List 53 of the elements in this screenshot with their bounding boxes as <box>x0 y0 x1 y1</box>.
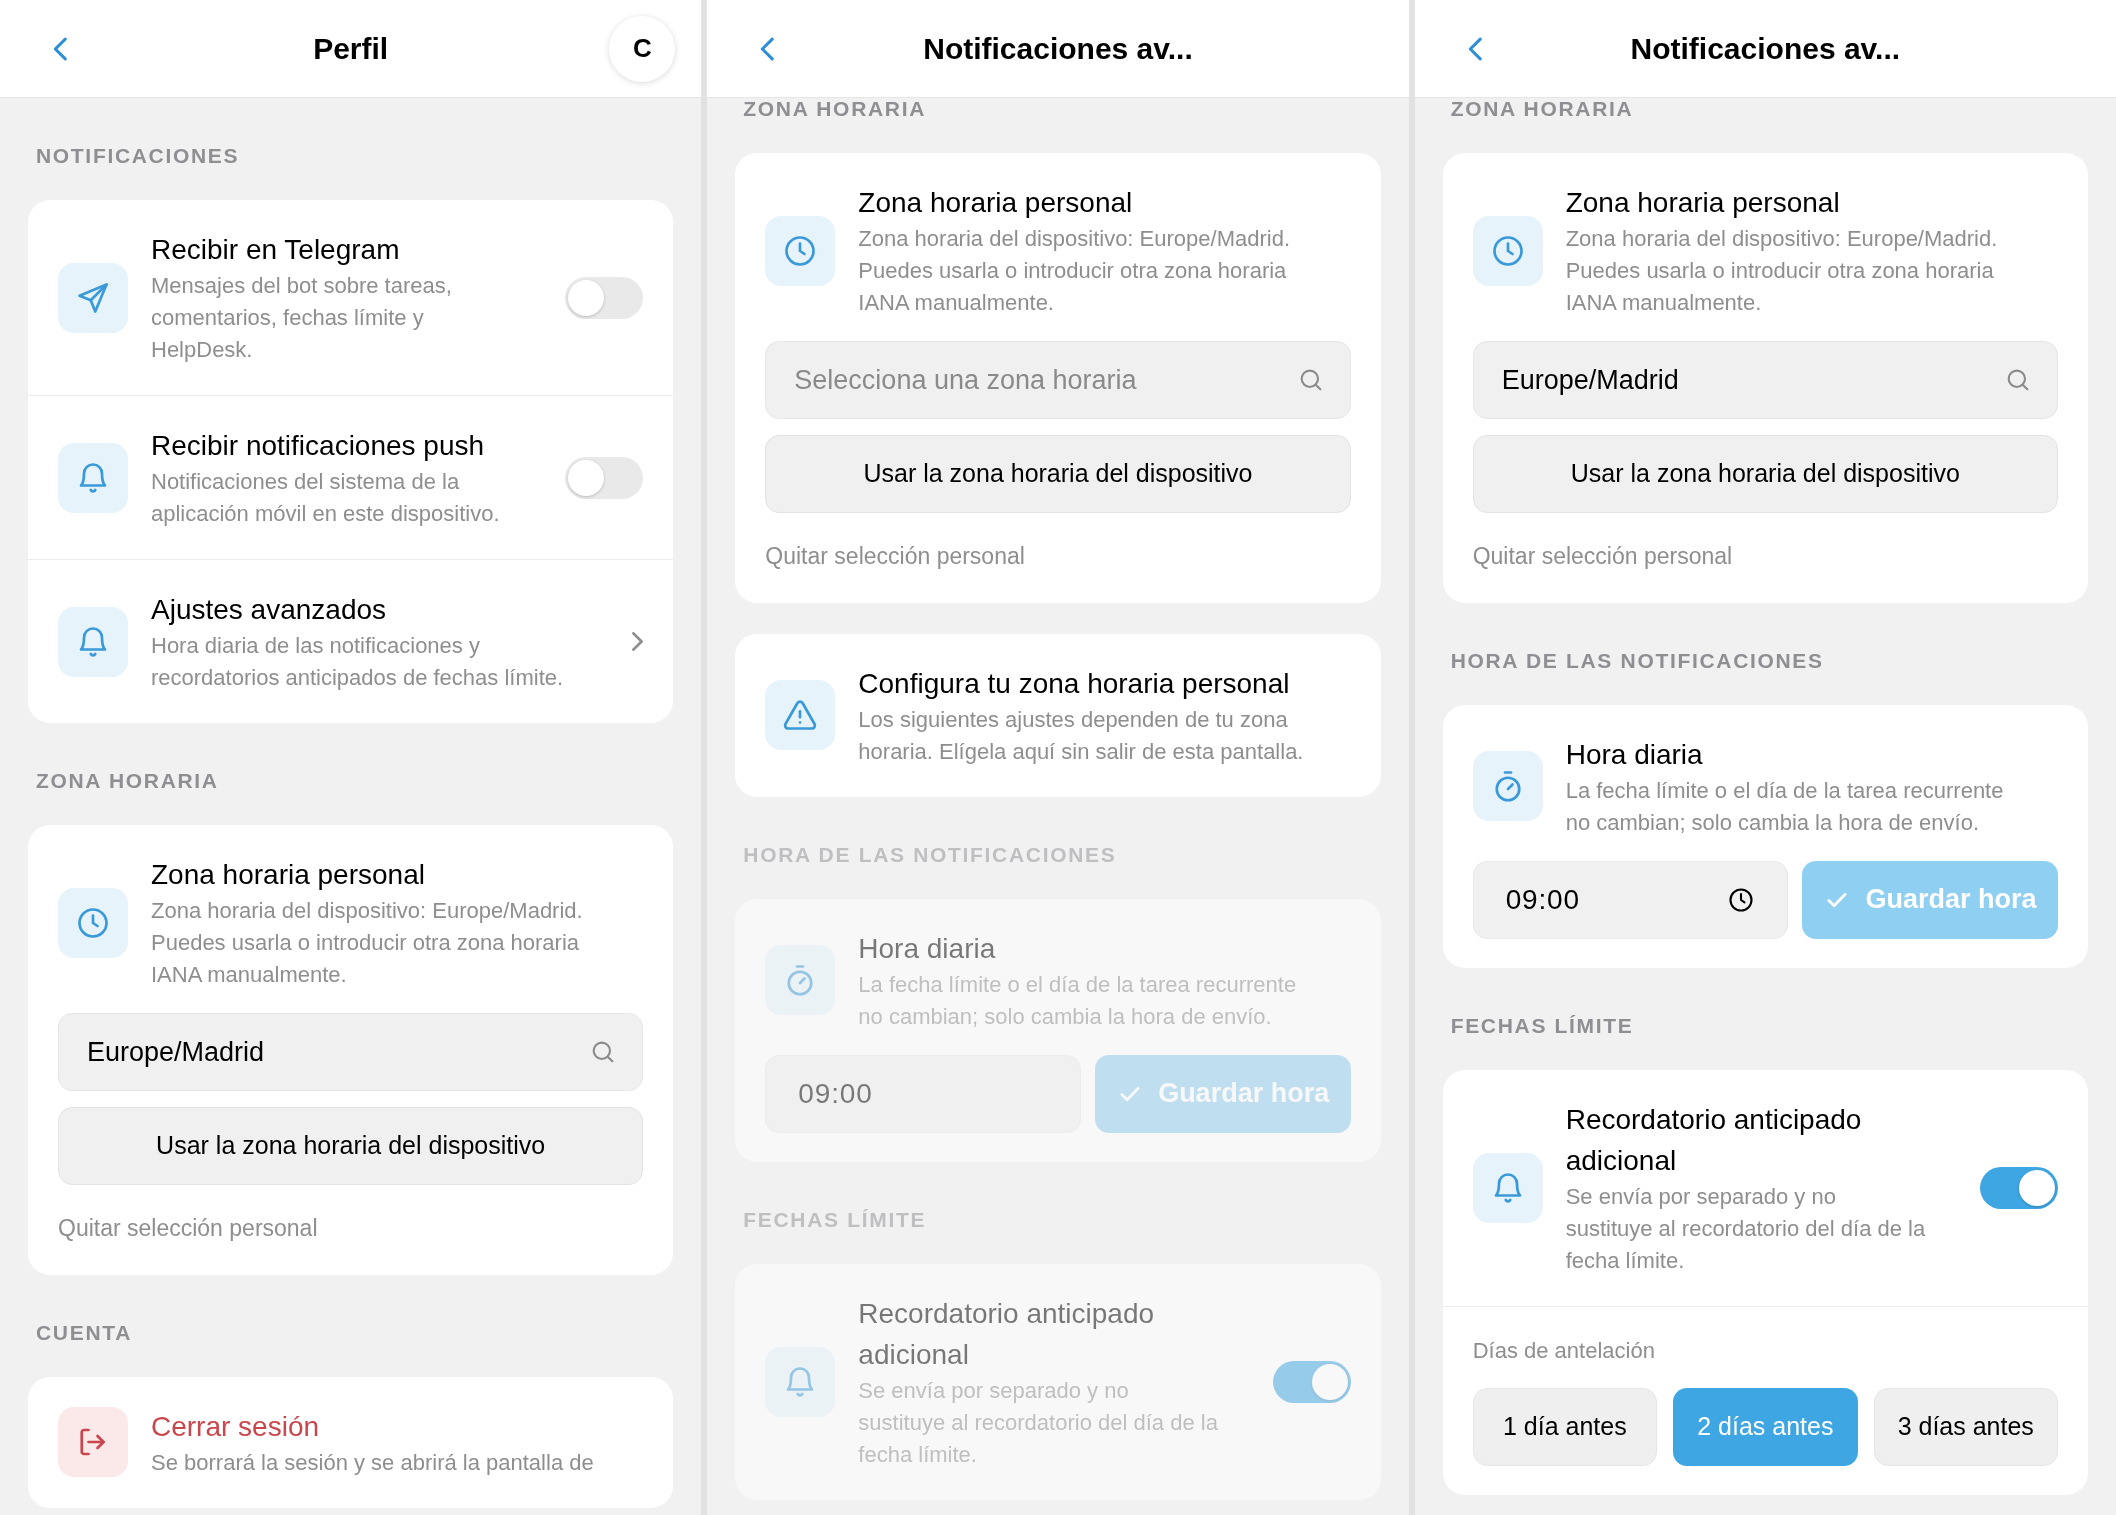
option-button[interactable]: 3 días antes <box>1873 1387 2058 1466</box>
setting-description: La fecha límite o el día de la tarea recurrente no cambian; solo cambia la hora de envío. <box>858 970 1298 1031</box>
setting-title: Configura tu zona horaria personal <box>858 666 1291 701</box>
setting-title: Recordatorio anticipado adicional <box>858 1296 1156 1372</box>
section-heading: ZONA HORARIA <box>1449 96 1635 122</box>
warning-icon <box>782 697 819 733</box>
section-heading: HORA DE LAS NOTIFICACIONES <box>1449 647 1825 674</box>
setting-title: Zona horaria personal <box>1565 186 1841 220</box>
setting-description: Hora diaria de las notificaciones y recordatorios anticipados de fechas límite. <box>151 632 565 692</box>
timezone-field[interactable]: Selecciona una zona horaria <box>765 341 1351 419</box>
timezone-field[interactable]: Europe/Madrid <box>1472 341 2058 419</box>
option-label: Días de antelación <box>1472 1336 1656 1365</box>
timezone-field[interactable]: Europe/Madrid <box>58 1013 644 1091</box>
setting-title: Zona horaria personal <box>858 186 1134 220</box>
chevron-right-icon <box>632 632 644 651</box>
clock-icon <box>1727 885 1755 914</box>
use-device-timezone-button[interactable]: Usar la zona horaria del dispositivo <box>1472 435 2058 513</box>
avatar-button[interactable]: C <box>609 15 676 82</box>
time-value: 09:00 <box>798 1076 873 1111</box>
toggle-switch[interactable] <box>565 276 644 319</box>
section-heading: FECHAS LÍMITE <box>1449 1012 1635 1039</box>
toggle-switch[interactable] <box>1980 1166 2058 1209</box>
section-heading: ZONA HORARIA <box>742 96 928 122</box>
section-heading: CUENTA <box>35 1319 134 1346</box>
setting-title: Cerrar sesión <box>151 1409 321 1444</box>
setting-description: Mensajes del bot sobre tareas, comentarios, fechas límite y HelpDesk. <box>151 272 453 364</box>
setting-description: La fecha límite o el día de la tarea recurrente no cambian; solo cambia la hora de envío. <box>1565 776 2005 837</box>
setting-title: Zona horaria personal <box>151 858 426 892</box>
screen-title: Perfil <box>312 31 390 67</box>
setting-title: Recibir en Telegram <box>151 233 401 267</box>
setting-title: Hora diaria <box>858 931 997 966</box>
screen-title: Notificaciones av... <box>1629 31 1902 67</box>
setting-description: Los siguientes ajustes dependen de tu zona horaria. Elígela aquí sin salir de esta pantalla. <box>858 705 1305 766</box>
option-button[interactable]: 1 día antes <box>1472 1387 1658 1466</box>
setting-title: Hora diaria <box>1565 737 1704 772</box>
setting-description: Se envía por separado y no sustituye al recordatorio del día de la fecha límite. <box>858 1376 1219 1469</box>
setting-description: Zona horaria del dispositivo: Europe/Madrid. Puedes usarla o introducir otra zona horaria IANA manualmente. <box>151 897 584 989</box>
setting-title: Recordatorio anticipado adicional <box>1565 1102 1863 1178</box>
use-device-timezone-button[interactable]: Usar la zona horaria del dispositivo <box>58 1107 644 1185</box>
setting-description: Zona horaria del dispositivo: Europe/Madrid. Puedes usarla o introducir otra zona horaria IANA manualmente. <box>1565 225 1999 317</box>
setting-description: Notificaciones del sistema de la aplicación móvil en este dispositivo. <box>151 468 501 528</box>
section-heading: NOTIFICACIONES <box>35 143 241 169</box>
time-field[interactable]: 09:00 <box>1472 860 1788 939</box>
toggle-switch[interactable] <box>565 456 644 499</box>
setting-description: Zona horaria del dispositivo: Europe/Madrid. Puedes usarla o introducir otra zona horaria IANA manualmente. <box>858 225 1291 317</box>
time-value: 09:00 <box>1505 882 1580 917</box>
setting-title: Recibir notificaciones push <box>151 429 486 463</box>
setting-description: Se borrará la sesión y se abrirá la pantalla de <box>151 1448 595 1477</box>
setting-description: Se envía por separado y no sustituye al recordatorio del día de la fecha límite. <box>1565 1182 1927 1275</box>
use-device-timezone-button[interactable]: Usar la zona horaria del dispositivo <box>765 435 1351 513</box>
setting-title: Ajustes avanzados <box>151 593 388 627</box>
section-heading: ZONA HORARIA <box>35 768 220 794</box>
screen-title: Notificaciones av... <box>922 31 1194 67</box>
